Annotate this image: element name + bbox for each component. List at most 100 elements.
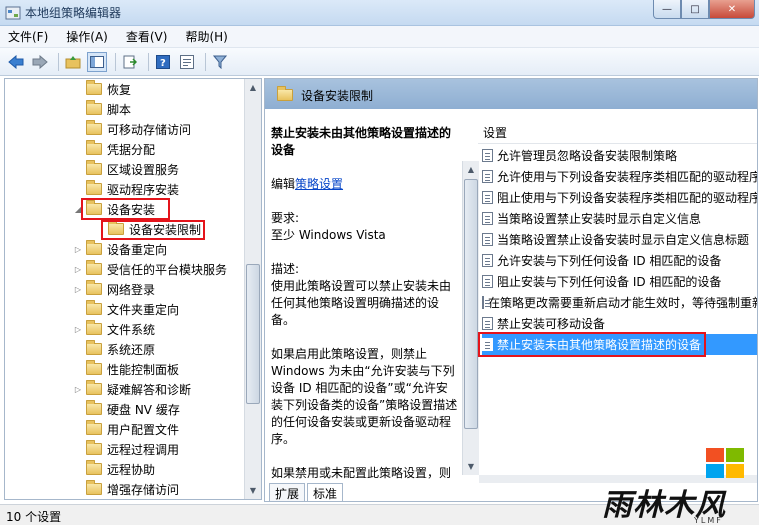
- menu-view[interactable]: 查看(V): [126, 28, 168, 45]
- tree-item-device-install[interactable]: ◢ 设备安装: [73, 199, 261, 219]
- menu-action[interactable]: 操作(A): [66, 28, 108, 45]
- folder-icon: [86, 100, 102, 115]
- logo-tile: [706, 448, 724, 462]
- expander-icon[interactable]: ▷: [73, 325, 83, 334]
- menu-file[interactable]: 文件(F): [8, 28, 48, 45]
- tree-item-tpm-services[interactable]: ▷ 受信任的平台模块服务: [73, 259, 261, 279]
- tree-item-net-logon[interactable]: ▷ 网络登录: [73, 279, 261, 299]
- maximize-button[interactable]: □: [681, 0, 709, 19]
- folder-icon: [86, 160, 102, 175]
- folder-icon: [108, 220, 124, 235]
- scroll-thumb[interactable]: [464, 179, 478, 429]
- tree-item-label: 设备重定向: [107, 242, 168, 257]
- folder-icon: [86, 480, 102, 495]
- edit-policy-link[interactable]: 策略设置: [295, 177, 343, 191]
- requirements: 要求: 至少 Windows Vista: [271, 210, 459, 244]
- tree-item-enhanced-storage[interactable]: 增强存储访问: [73, 479, 261, 499]
- toolbar-separator: [148, 52, 149, 71]
- tab-standard[interactable]: 标准: [307, 483, 344, 501]
- scroll-down-arrow-icon[interactable]: ▼: [463, 458, 479, 475]
- back-arrow-icon[interactable]: [6, 52, 26, 72]
- properties-icon[interactable]: [177, 52, 197, 72]
- tree-item-troubleshooting[interactable]: ▷ 疑难解答和诊断: [73, 379, 261, 399]
- setting-row[interactable]: 禁止安装可移动设备: [482, 313, 757, 334]
- setting-row-selected[interactable]: 禁止安装未由其他策略设置描述的设备: [482, 334, 757, 355]
- svg-text:?: ?: [160, 58, 166, 69]
- policy-setting-icon: [482, 191, 493, 204]
- description-label: 描述:: [271, 262, 300, 276]
- requirements-value: 至少 Windows Vista: [271, 228, 386, 242]
- setting-row[interactable]: 允许使用与下列设备安装程序类相匹配的驱动程序: [482, 166, 757, 187]
- folder-icon: [86, 140, 102, 155]
- show-hide-tree-icon[interactable]: [87, 51, 107, 72]
- tree-item-remote-assistance[interactable]: 远程协助: [73, 459, 261, 479]
- export-list-icon[interactable]: [120, 52, 140, 72]
- expander-icon[interactable]: ▷: [73, 265, 83, 274]
- expander-icon[interactable]: ▷: [73, 385, 83, 394]
- tree-item-locale-services[interactable]: 区域设置服务: [73, 159, 261, 179]
- up-folder-icon[interactable]: [63, 52, 83, 72]
- logo-tile: [726, 448, 744, 462]
- setting-row[interactable]: 在策略更改需要重新启动才能生效时，等待强制重新启动: [482, 292, 757, 313]
- tree-item-label: 设备安装限制: [129, 222, 202, 237]
- tree-item-removable-storage[interactable]: 可移动存储访问: [73, 119, 261, 139]
- tree-item-recovery[interactable]: 恢复: [73, 79, 261, 99]
- folder-icon: [86, 380, 102, 395]
- tree-item-folder-redirection[interactable]: 文件夹重定向: [73, 299, 261, 319]
- setting-row[interactable]: 允许安装与下列任何设备 ID 相匹配的设备: [482, 250, 757, 271]
- setting-row[interactable]: 当策略设置禁止安装时显示自定义信息: [482, 208, 757, 229]
- setting-row[interactable]: 阻止安装与下列任何设备 ID 相匹配的设备: [482, 271, 757, 292]
- folder-open-icon: [86, 200, 102, 215]
- setting-row[interactable]: 允许管理员忽略设备安装限制策略: [482, 145, 757, 166]
- setting-label: 允许安装与下列任何设备 ID 相匹配的设备: [497, 254, 722, 268]
- folder-icon: [86, 120, 102, 135]
- tree-item-file-system[interactable]: ▷ 文件系统: [73, 319, 261, 339]
- expander-icon[interactable]: ▷: [73, 245, 83, 254]
- description-scrollbar[interactable]: ▲ ▼: [462, 161, 479, 475]
- policy-editor-icon: [5, 6, 21, 20]
- setting-label: 当策略设置禁止设备安装时显示自定义信息标题: [497, 233, 750, 247]
- requirements-label: 要求:: [271, 211, 300, 225]
- minimize-button[interactable]: —: [653, 0, 681, 19]
- title-bar: 本地组策略编辑器 — □ ✕: [0, 0, 759, 26]
- tree-item-nv-cache[interactable]: 硬盘 NV 缓存: [73, 399, 261, 419]
- setting-row[interactable]: 当策略设置禁止设备安装时显示自定义信息标题: [482, 229, 757, 250]
- tree-item-credentials[interactable]: 凭据分配: [73, 139, 261, 159]
- folder-icon: [86, 180, 102, 195]
- tree-item-label: 远程过程调用: [107, 442, 180, 457]
- tree-scrollbar[interactable]: ▲ ▼: [244, 79, 261, 499]
- logo-tile: [726, 464, 744, 478]
- setting-row[interactable]: 阻止使用与下列设备安装程序类相匹配的驱动程序: [482, 187, 757, 208]
- scroll-up-arrow-icon[interactable]: ▲: [245, 79, 261, 96]
- description-title: 禁止安装未由其他策略设置描述的设备: [271, 126, 452, 157]
- settings-column-header[interactable]: 设置: [483, 124, 507, 141]
- menu-help[interactable]: 帮助(H): [185, 28, 227, 45]
- tree-item-system-restore[interactable]: 系统还原: [73, 339, 261, 359]
- scroll-down-arrow-icon[interactable]: ▼: [245, 482, 261, 499]
- tab-extended[interactable]: 扩展: [269, 483, 306, 501]
- forward-arrow-icon[interactable]: [30, 52, 50, 72]
- close-button[interactable]: ✕: [709, 0, 755, 19]
- policy-setting-icon: [482, 149, 493, 162]
- filter-icon[interactable]: [210, 52, 230, 72]
- windows-logo-icon: [706, 448, 746, 480]
- folder-icon: [86, 360, 102, 375]
- tree-item-user-profiles[interactable]: 用户配置文件: [73, 419, 261, 439]
- tree-item-label: 文件系统: [107, 322, 156, 337]
- folder-icon: [86, 240, 102, 255]
- tree-item-driver-install[interactable]: 驱动程序安装: [73, 179, 261, 199]
- tree-item-rpc[interactable]: 远程过程调用: [73, 439, 261, 459]
- expander-icon[interactable]: ▷: [73, 285, 83, 294]
- status-text: 10 个设置: [6, 510, 62, 524]
- scroll-up-arrow-icon[interactable]: ▲: [463, 161, 479, 178]
- tree-item-performance-panel[interactable]: 性能控制面板: [73, 359, 261, 379]
- scroll-thumb[interactable]: [246, 264, 260, 404]
- tree-item-device-redirection[interactable]: ▷ 设备重定向: [73, 239, 261, 259]
- tree-item-device-install-restrictions[interactable]: 设备安装限制: [95, 219, 261, 239]
- tree-item-scripts[interactable]: 脚本: [73, 99, 261, 119]
- description: 描述: 使用此策略设置可以禁止安装未由任何其他策略设置明确描述的设备。: [271, 261, 459, 329]
- detail-header-title: 设备安装限制: [301, 89, 374, 103]
- tree-item-label: 疑难解答和诊断: [107, 382, 192, 397]
- help-icon[interactable]: ?: [153, 52, 173, 72]
- expander-icon: ◢: [74, 204, 82, 214]
